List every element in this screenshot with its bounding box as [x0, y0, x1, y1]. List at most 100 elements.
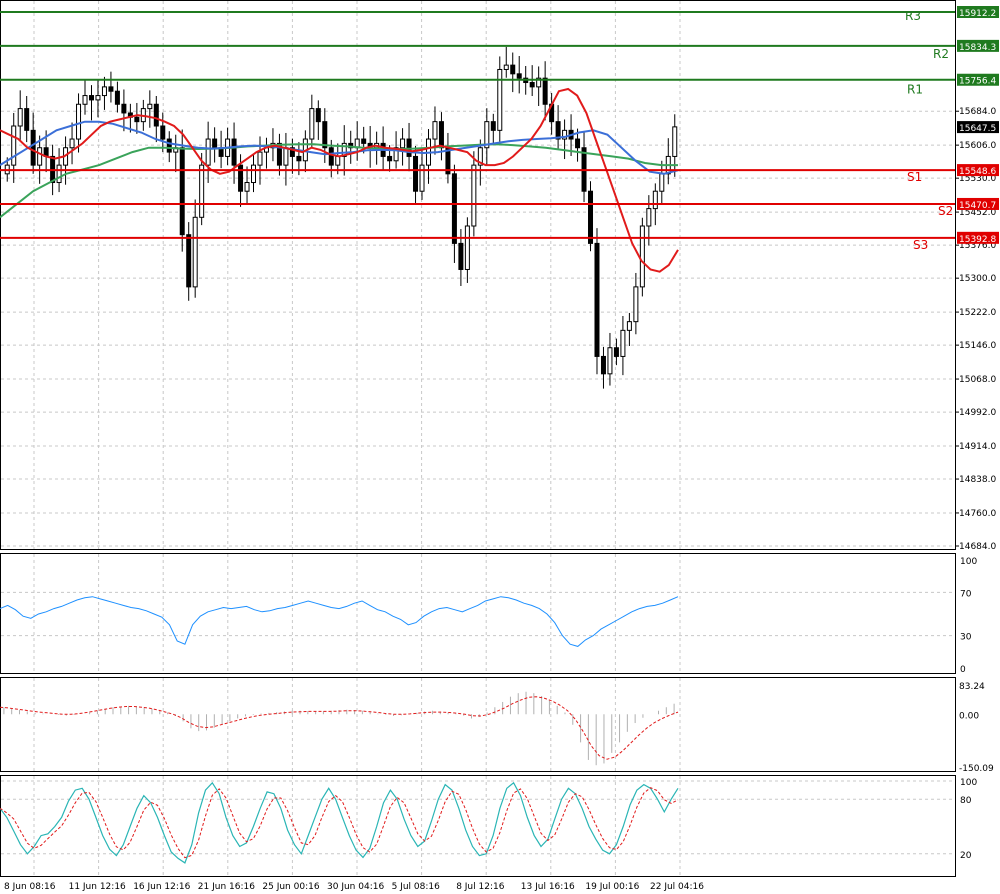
- candle-body: [328, 147, 334, 166]
- moving-average-red: [0, 87, 679, 273]
- candle-body: [516, 73, 522, 79]
- stoch-panel-frame: [0, 775, 956, 877]
- rsi-tick-label: 100: [960, 557, 977, 567]
- candle-body: [309, 108, 315, 140]
- level-price-label: 15392.8: [959, 235, 996, 245]
- candle-body: [37, 147, 43, 166]
- level-price-label: 15756.4: [959, 77, 996, 87]
- x-tick-label: 21 Jun 16:16: [198, 882, 255, 892]
- macd-panel-frame: [0, 677, 956, 772]
- candle-body: [186, 234, 192, 288]
- candle-body: [82, 95, 88, 105]
- price-tick-label: 15222.0: [959, 308, 996, 318]
- candle-body: [652, 190, 658, 210]
- candle-body: [458, 242, 464, 270]
- candle-body: [205, 138, 211, 166]
- stochastic-k-line: [0, 781, 679, 864]
- stochastic-panel: [0, 781, 679, 864]
- candle-body: [160, 125, 166, 140]
- moving-average-green: [0, 143, 678, 219]
- level-price-label: 15834.3: [959, 43, 996, 53]
- candle-body: [438, 121, 444, 149]
- x-tick-label: 11 Jun 12:16: [69, 882, 126, 892]
- candle-body: [575, 138, 581, 149]
- candle-body: [451, 173, 457, 244]
- candle-body: [251, 164, 257, 184]
- x-tick-label: 8 Jul 12:16: [456, 882, 505, 892]
- candle-body: [30, 129, 36, 166]
- rsi-line: [0, 596, 679, 647]
- candle-body: [121, 103, 127, 114]
- candle-body: [192, 216, 198, 288]
- candle-body: [315, 108, 321, 123]
- level-name-r2: R2: [933, 47, 949, 61]
- candle-body: [529, 82, 535, 88]
- price-panel-frame: [0, 0, 956, 550]
- x-tick-label: 5 Jul 08:16: [392, 882, 441, 892]
- candle-body: [244, 182, 250, 192]
- level-name-s2: S2: [938, 204, 953, 218]
- candle-body: [76, 103, 82, 140]
- level-price-label: 15470.7: [959, 201, 996, 211]
- x-tick-label: 25 Jun 00:16: [262, 882, 319, 892]
- candle-body: [639, 225, 645, 288]
- candle-body: [166, 138, 172, 153]
- macd-signal-line: [0, 696, 679, 760]
- candle-body: [594, 242, 600, 357]
- price-panel: R3 R2 R1 S1 S2 S3: [0, 9, 955, 389]
- price-tick-label: 15684.0: [959, 107, 996, 117]
- candle-body: [464, 225, 470, 270]
- current-price-label: 15647.5: [959, 124, 996, 134]
- rsi-panel: [0, 596, 679, 647]
- price-tick-label: 15606.0: [959, 141, 996, 151]
- candle-body: [212, 138, 218, 149]
- panel-frames: [0, 0, 956, 877]
- macd-tick-label: -150.09: [959, 764, 994, 774]
- grid-lines: [1, 1, 955, 876]
- candle-body: [626, 321, 632, 331]
- candle-body: [672, 126, 678, 157]
- candle-body: [510, 64, 516, 75]
- candle-body: [283, 147, 289, 166]
- candle-body: [497, 68, 503, 131]
- candle-body: [361, 138, 367, 144]
- candle-body: [387, 155, 393, 162]
- price-tick-label: 14838.0: [959, 475, 996, 485]
- candle-body: [11, 125, 17, 166]
- rsi-tick-label: 30: [960, 633, 972, 643]
- candle-body: [257, 151, 263, 166]
- candle-body: [56, 164, 62, 184]
- candle-body: [24, 108, 30, 131]
- x-tick-label: 30 Jun 04:16: [327, 882, 384, 892]
- price-tick-label: 15068.0: [959, 375, 996, 385]
- x-tick-label: 19 Jul 00:16: [585, 882, 639, 892]
- candle-body: [620, 329, 626, 357]
- level-name-r3: R3: [905, 9, 921, 23]
- candle-body: [69, 138, 75, 149]
- price-tick-label: 14914.0: [959, 442, 996, 452]
- price-tick-label: 15300.0: [959, 274, 996, 284]
- candle-body: [108, 86, 114, 92]
- macd-panel: [0, 691, 679, 766]
- rsi-tick-label: 0: [960, 665, 966, 675]
- candle-body: [134, 116, 140, 123]
- candle-body: [400, 138, 406, 149]
- price-tick-label: 14684.0: [959, 542, 996, 552]
- candle-body: [613, 347, 619, 357]
- candle-body: [542, 77, 548, 105]
- x-tick-label: 8 Jun 08:16: [4, 882, 56, 892]
- candle-body: [588, 190, 594, 244]
- x-tick-label: 16 Jun 12:16: [133, 882, 190, 892]
- level-price-label: 15548.6: [959, 167, 996, 177]
- stochastic-d-line: [0, 787, 679, 859]
- x-tick-label: 13 Jul 16:16: [521, 882, 575, 892]
- candle-body: [419, 164, 425, 192]
- level-name-s3: S3: [913, 238, 928, 252]
- rsi-panel-frame: [0, 553, 956, 674]
- candle-body: [88, 95, 94, 101]
- candle-body: [95, 95, 101, 101]
- level-name-s1: S1: [907, 170, 922, 184]
- candle-body: [101, 86, 107, 97]
- candle-body: [335, 155, 341, 166]
- macd-tick-label: 0.00: [959, 711, 979, 721]
